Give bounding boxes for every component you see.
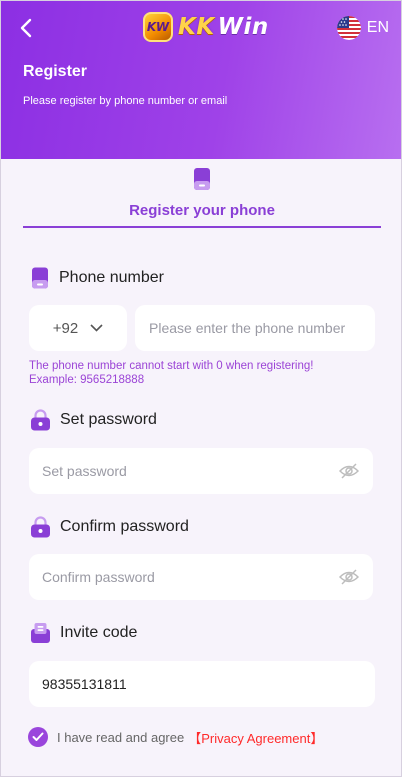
phone-label: Phone number: [59, 269, 164, 286]
agree-checkbox[interactable]: [28, 727, 48, 747]
chevron-down-icon: [90, 324, 103, 332]
header: KW KK Win EN Register Please register by…: [1, 1, 401, 159]
agreement-text: I have read and agree: [57, 729, 185, 745]
invite-label: Invite code: [60, 624, 138, 641]
invite-code-input[interactable]: [42, 676, 375, 692]
page-subtitle: Please register by phone number or email: [23, 95, 228, 107]
phone-label-row: Phone number: [30, 267, 164, 289]
tab-underline: [23, 226, 381, 228]
tab-register-phone[interactable]: Register your phone: [23, 165, 381, 229]
us-flag-icon: [336, 16, 361, 40]
privacy-agreement-link[interactable]: 【Privacy Agreement】: [188, 728, 323, 747]
phone-icon: [32, 267, 48, 289]
checkmark-icon: [32, 732, 44, 741]
lock-icon: [31, 516, 50, 538]
lock-icon: [31, 409, 50, 431]
password-label-row: Set password: [30, 409, 157, 431]
logo-badge: KW: [143, 12, 173, 42]
password-input[interactable]: [42, 463, 373, 479]
password-label: Set password: [60, 411, 157, 428]
page-title: Register: [23, 63, 88, 80]
back-arrow-icon: [20, 18, 32, 38]
phone-icon: [194, 168, 210, 190]
confirm-password-field: [29, 554, 373, 600]
phone-field: [135, 305, 375, 351]
country-code-value: +92: [52, 319, 79, 337]
language-label: EN: [366, 19, 389, 36]
phone-hint-line1: The phone number cannot start with 0 whe…: [29, 360, 314, 372]
logo-win: Win: [217, 14, 269, 40]
logo-wordmark: KK Win: [178, 14, 269, 40]
confirm-label: Confirm password: [60, 518, 189, 535]
invite-label-row: Invite code: [30, 622, 137, 644]
phone-input[interactable]: [149, 320, 375, 336]
tab-label: Register your phone: [129, 202, 275, 219]
language-selector[interactable]: EN: [336, 16, 389, 40]
eye-off-icon[interactable]: [339, 568, 359, 586]
phone-hint-line2: Example: 9565218888: [29, 374, 145, 386]
logo-kk: KK: [178, 14, 215, 40]
confirm-label-row: Confirm password: [30, 516, 189, 538]
agreement-row: I have read and agree 【Privacy Agreement…: [28, 727, 323, 747]
invite-icon: [31, 623, 50, 643]
eye-off-icon[interactable]: [339, 462, 359, 480]
app-logo: KW KK Win: [143, 12, 269, 42]
password-field: [29, 448, 373, 494]
confirm-password-input[interactable]: [42, 569, 373, 585]
invite-code-field: [29, 661, 375, 707]
back-button[interactable]: [15, 15, 37, 41]
phone-hint: The phone number cannot start with 0 whe…: [29, 359, 313, 387]
country-code-select[interactable]: +92: [29, 305, 127, 351]
register-screen: KW KK Win EN Register Please register by…: [0, 0, 402, 777]
